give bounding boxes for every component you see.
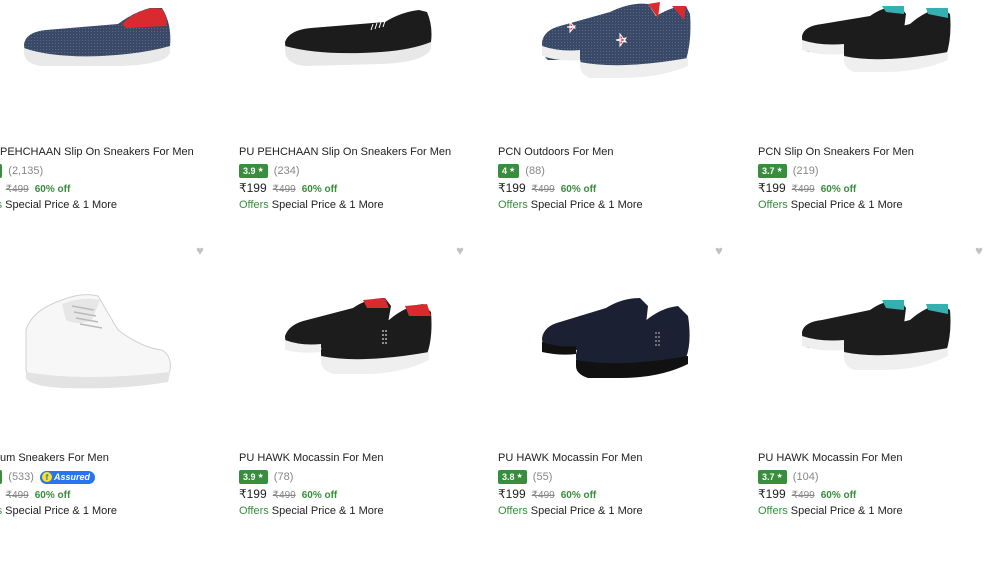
product-image[interactable] — [800, 4, 952, 72]
product-title[interactable]: um Sneakers For Men — [0, 451, 250, 465]
product-image[interactable] — [281, 294, 433, 374]
discount-label: 60% off — [301, 490, 338, 501]
discount-label: 60% off — [34, 490, 71, 501]
selling-price: ₹199 — [498, 487, 526, 501]
original-price: ₹499 — [531, 184, 555, 195]
offers-text: Special Price & 1 More — [790, 505, 903, 517]
rating-badge: ★ — [0, 470, 3, 484]
product-image[interactable] — [22, 290, 172, 390]
product-title[interactable]: PU HAWK Mocassin For Men — [758, 451, 989, 465]
star-icon: ★ — [257, 167, 264, 174]
review-count: (2,135) — [8, 165, 44, 177]
offers-text: Special Price & 1 More — [530, 199, 643, 211]
review-count: (55) — [532, 471, 553, 483]
review-count: (88) — [525, 165, 545, 177]
offers-label: Offers — [498, 199, 528, 211]
original-price: ₹499 — [531, 490, 555, 501]
original-price: ₹499 — [5, 490, 29, 501]
offers-text: Special Price & 1 More — [5, 505, 118, 517]
original-price: ₹499 — [272, 490, 296, 501]
product-title[interactable]: PEHCHAAN Slip On Sneakers For Men — [0, 145, 250, 159]
assured-logo-icon: f — [41, 472, 52, 482]
product-card[interactable]: ♥ PU HAWK Mocassin For Men 3.8 ★ (55) ₹19… — [498, 244, 748, 566]
star-icon: ★ — [509, 167, 516, 174]
product-card[interactable]: ♥ PU HAWK Mocassin For Men 3.7 ★ (104) ₹1… — [758, 244, 989, 566]
offers-text: Special Price & 1 More — [5, 199, 118, 211]
offers-label: rs — [0, 505, 2, 517]
product-card[interactable]: ♥ PU HAWK Mocassin For Men 3.9 ★ (78) ₹19… — [239, 244, 489, 566]
discount-label: 60% off — [560, 490, 597, 501]
product-card[interactable]: PU PEHCHAAN Slip On Sneakers For Men 3.9… — [239, 0, 489, 260]
review-count: (219) — [792, 165, 819, 177]
selling-price: ₹199 — [239, 487, 267, 501]
star-icon: ★ — [257, 473, 264, 480]
heart-icon[interactable]: ♥ — [193, 244, 207, 258]
rating-badge: 3.9 ★ — [239, 164, 268, 178]
offers-label: Offers — [498, 505, 528, 517]
discount-label: 60% off — [820, 490, 857, 501]
rating-badge: 3.7 ★ — [758, 470, 787, 484]
rating-badge: 4 ★ — [498, 164, 520, 178]
product-card[interactable]: PCN Slip On Sneakers For Men 3.7 ★ (219) … — [758, 0, 989, 260]
discount-label: 60% off — [34, 184, 71, 195]
discount-label: 60% off — [560, 184, 597, 195]
discount-label: 60% off — [301, 184, 338, 195]
product-image[interactable] — [540, 0, 692, 78]
product-card[interactable]: PEHCHAAN Slip On Sneakers For Men ★ (2,1… — [0, 0, 194, 260]
offers-text: Special Price & 1 More — [530, 505, 643, 517]
original-price: ₹499 — [5, 184, 29, 195]
selling-price: ₹199 — [239, 181, 267, 195]
product-card[interactable]: ♥ um Sneakers For Men ★ (533) fAssured 9… — [0, 244, 204, 566]
offers-text: Special Price & 1 More — [790, 199, 903, 211]
review-count: (78) — [273, 471, 294, 483]
discount-label: 60% off — [820, 184, 857, 195]
product-title[interactable]: PCN Slip On Sneakers For Men — [758, 145, 989, 159]
heart-icon[interactable]: ♥ — [972, 244, 986, 258]
review-count: (104) — [792, 471, 819, 483]
original-price: ₹499 — [791, 490, 815, 501]
star-icon: ★ — [516, 473, 523, 480]
offers-text: Special Price & 1 More — [271, 505, 384, 517]
star-icon: ★ — [776, 167, 783, 174]
product-image[interactable] — [22, 4, 172, 68]
review-count: (234) — [273, 165, 300, 177]
offers-label: Offers — [239, 505, 269, 517]
original-price: ₹499 — [272, 184, 296, 195]
rating-badge: 3.7 ★ — [758, 164, 787, 178]
offers-label: Offers — [239, 199, 269, 211]
offers-label: Offers — [758, 199, 788, 211]
product-image[interactable] — [540, 294, 692, 378]
product-title[interactable]: PU PEHCHAAN Slip On Sneakers For Men — [239, 145, 489, 159]
original-price: ₹499 — [791, 184, 815, 195]
selling-price: ₹199 — [498, 181, 526, 195]
product-title[interactable]: PCN Outdoors For Men — [498, 145, 748, 159]
product-image[interactable] — [281, 6, 433, 66]
product-title[interactable]: PU HAWK Mocassin For Men — [498, 451, 748, 465]
rating-badge: ★ — [0, 164, 3, 178]
assured-badge: f Assured — [39, 470, 95, 484]
heart-icon[interactable]: ♥ — [712, 244, 726, 258]
offers-label: rs — [0, 199, 2, 211]
heart-icon[interactable]: ♥ — [453, 244, 467, 258]
selling-price: ₹199 — [758, 181, 786, 195]
selling-price: ₹199 — [758, 487, 786, 501]
product-card[interactable]: PCN Outdoors For Men 4 ★ (88) ₹199 ₹499 60%… — [498, 0, 748, 260]
product-image[interactable] — [800, 298, 952, 370]
rating-badge: 3.9 ★ — [239, 470, 268, 484]
star-icon: ★ — [776, 473, 783, 480]
product-title[interactable]: PU HAWK Mocassin For Men — [239, 451, 489, 465]
review-count: (533) — [8, 471, 34, 483]
offers-text: Special Price & 1 More — [271, 199, 384, 211]
offers-label: Offers — [758, 505, 788, 517]
rating-badge: 3.8 ★ — [498, 470, 527, 484]
